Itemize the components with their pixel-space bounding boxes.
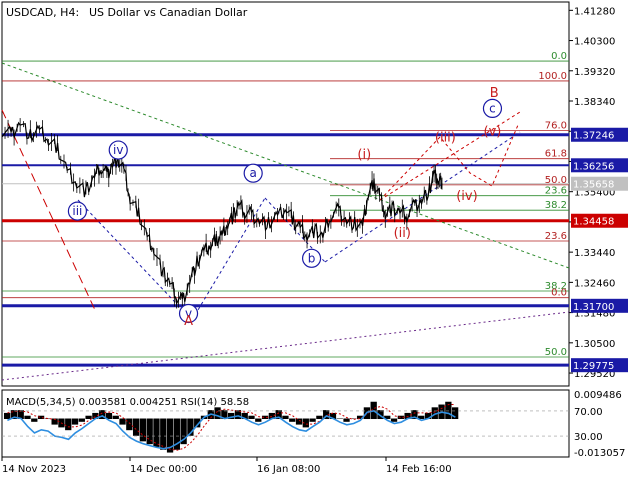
level-label-4: 1.29775 [573, 361, 614, 372]
macd-bar-18 [126, 418, 133, 431]
wave-label-11: c [489, 101, 496, 115]
macd-bar-45 [309, 418, 316, 422]
wave-label-4: a [250, 166, 257, 180]
y-tick-label-2: 1.39320 [574, 67, 615, 78]
macd-bar-10 [71, 418, 79, 425]
level-label-0: 1.37246 [573, 131, 614, 142]
level-label-1: 1.36256 [573, 161, 614, 172]
fib-label-left-2: 23.6 [545, 231, 567, 242]
fib-label-right-0: 76.0 [545, 121, 567, 132]
chart-header-description: US Dollar vs Canadian Dollar [89, 6, 248, 19]
y-tick-label-0: 1.41280 [574, 6, 615, 17]
fib-label-right-1: 61.8 [545, 149, 567, 160]
macd-bar-21 [146, 418, 153, 445]
macd-bar-0 [4, 412, 11, 420]
macd-bar-57 [390, 418, 398, 422]
fib-label-left-1: 100.0 [538, 71, 567, 82]
macd-bar-50 [343, 418, 350, 422]
macd-bar-19 [132, 418, 140, 436]
macd-bar-41 [282, 415, 289, 420]
wave-label-6: (i) [357, 148, 371, 163]
macd-bar-42 [289, 418, 296, 422]
level-label-3: 1.31700 [573, 302, 614, 313]
wave-label-8: (iii) [435, 131, 456, 146]
x-tick-label-0: 14 Nov 2023 [2, 464, 66, 475]
wave-label-9: (iv) [456, 189, 477, 204]
wave-label-1: iii [72, 204, 82, 218]
fib-label-right-4: 38.2 [545, 200, 567, 211]
wave-label-3: A [184, 314, 193, 329]
y-tick-label-11: 1.30500 [574, 339, 615, 350]
y-tick-label-8: 1.33440 [574, 248, 615, 259]
y-tick-label-3: 1.38340 [574, 97, 615, 108]
macd-bar-36 [248, 415, 255, 420]
wave-label-0: iv [113, 143, 123, 157]
macd-bar-37 [255, 418, 262, 422]
y-tick-label-9: 1.32460 [574, 278, 615, 289]
level-label-2: 1.34458 [573, 217, 614, 228]
fib-label-right-3: 23.6 [545, 186, 567, 197]
wave-label-5: b [308, 251, 316, 265]
indicator-label: MACD(5,34,5) 0.003581 0.004251 RSI(14) 5… [6, 397, 249, 408]
wave-label-7: (ii) [394, 226, 411, 241]
fib-label-left-4: 0.0 [551, 288, 567, 299]
macd-bar-3 [24, 415, 31, 420]
fib-label-right-2: 50.0 [545, 175, 567, 186]
macd-bar-46 [316, 415, 323, 420]
macd-bar-12 [85, 415, 92, 420]
macd-bar-17 [119, 418, 126, 425]
current-price-label: 1.35658 [573, 180, 614, 191]
indicator-tick-label-0: 0.009486 [574, 390, 622, 401]
macd-bar-23 [160, 418, 167, 450]
x-tick-label-1: 14 Dec 00:00 [130, 464, 197, 475]
x-tick-label-3: 14 Feb 16:00 [386, 464, 452, 475]
fib-label-left-5: 50.0 [545, 347, 567, 358]
usdcad-h4-chart: USDCAD, H4: US Dollar vs Canadian Dollar… [0, 0, 640, 480]
macd-bar-20 [139, 418, 147, 442]
indicator-tick-label-2: 30.00 [574, 432, 603, 443]
macd-bar-43 [295, 418, 303, 425]
indicator-tick-label-1: 70.00 [574, 407, 603, 418]
wave-label-12: B [490, 86, 499, 101]
fib-label-left-0: 0.0 [551, 51, 567, 62]
macd-bar-11 [78, 418, 85, 422]
macd-bar-9 [65, 418, 72, 431]
y-tick-label-1: 1.40300 [574, 37, 615, 48]
macd-bar-16 [112, 415, 119, 420]
macd-bar-49 [336, 418, 343, 420]
macd-bar-4 [31, 418, 38, 422]
wave-label-10: (v) [484, 125, 502, 140]
chart-header-symbol: USDCAD, H4: [6, 6, 79, 19]
x-tick-label-2: 16 Jan 08:00 [257, 464, 320, 475]
indicator-tick-label-3: -0.013057 [574, 448, 625, 459]
